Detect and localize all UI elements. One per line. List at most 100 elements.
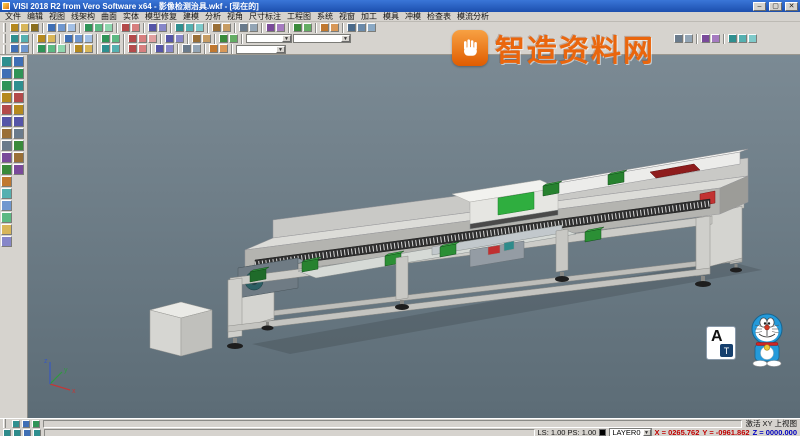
toolbar-icon[interactable] bbox=[47, 23, 56, 32]
toolbar-icon[interactable] bbox=[64, 34, 73, 43]
toolbar-grip[interactable] bbox=[3, 45, 6, 54]
toolbar-icon[interactable] bbox=[266, 23, 275, 32]
menu-item[interactable]: 编辑 bbox=[24, 12, 46, 22]
toolbar-icon[interactable] bbox=[738, 34, 747, 43]
menu-item[interactable]: 系统 bbox=[314, 12, 336, 22]
status-icon[interactable] bbox=[3, 429, 11, 436]
toolbar-icon[interactable] bbox=[249, 23, 258, 32]
toolbar-icon[interactable] bbox=[10, 34, 19, 43]
sidebar-icon[interactable] bbox=[13, 128, 24, 139]
toolbar-icon[interactable] bbox=[320, 23, 329, 32]
toolbar-icon[interactable] bbox=[37, 44, 46, 53]
toolbar-icon[interactable] bbox=[121, 23, 130, 32]
toolbar-icon[interactable] bbox=[175, 34, 184, 43]
status-icon[interactable] bbox=[12, 420, 20, 428]
toolbar-icon[interactable] bbox=[57, 44, 66, 53]
sidebar-icon[interactable] bbox=[1, 212, 12, 223]
sidebar-icon[interactable] bbox=[1, 200, 12, 211]
chevron-down-icon[interactable]: ▼ bbox=[276, 46, 285, 53]
sidebar-icon[interactable] bbox=[13, 116, 24, 127]
toolbar-icon[interactable] bbox=[74, 34, 83, 43]
sidebar-icon[interactable] bbox=[1, 68, 12, 79]
sidebar-icon[interactable] bbox=[13, 68, 24, 79]
toolbar-icon[interactable] bbox=[276, 23, 285, 32]
status-icon[interactable] bbox=[33, 429, 41, 436]
toolbar-grip[interactable] bbox=[3, 23, 6, 32]
sidebar-icon[interactable] bbox=[13, 152, 24, 163]
toolbar-icon[interactable] bbox=[182, 44, 191, 53]
toolbar-icon[interactable] bbox=[30, 23, 39, 32]
toolbar-icon[interactable] bbox=[175, 23, 184, 32]
menu-item[interactable]: 视窗 bbox=[336, 12, 358, 22]
sidebar-icon[interactable] bbox=[13, 140, 24, 151]
status-icon[interactable] bbox=[13, 429, 21, 436]
sidebar-icon[interactable] bbox=[1, 56, 12, 67]
menu-item[interactable]: 视图 bbox=[46, 12, 68, 22]
menu-item[interactable]: 模具 bbox=[380, 12, 402, 22]
toolbar-icon[interactable] bbox=[47, 44, 56, 53]
menu-item[interactable]: 冲模 bbox=[402, 12, 424, 22]
toolbar-icon[interactable] bbox=[74, 44, 83, 53]
toolbar-icon[interactable] bbox=[192, 34, 201, 43]
sidebar-icon[interactable] bbox=[1, 164, 12, 175]
toolbar-icon[interactable] bbox=[84, 34, 93, 43]
sidebar-icon[interactable] bbox=[1, 104, 12, 115]
toolbar-icon[interactable] bbox=[165, 44, 174, 53]
sidebar-icon[interactable] bbox=[1, 224, 12, 235]
toolbar-icon[interactable] bbox=[128, 34, 137, 43]
menu-item[interactable]: 曲面 bbox=[98, 12, 120, 22]
toolbar-icon[interactable] bbox=[219, 34, 228, 43]
sidebar-icon[interactable] bbox=[1, 128, 12, 139]
toolbar-icon[interactable] bbox=[111, 44, 120, 53]
toolbar-icon[interactable] bbox=[57, 23, 66, 32]
sidebar-icon[interactable] bbox=[13, 80, 24, 91]
toolbar-icon[interactable] bbox=[701, 34, 710, 43]
menu-item[interactable]: 实体 bbox=[120, 12, 142, 22]
sidebar-icon[interactable] bbox=[1, 92, 12, 103]
toolbar-icon[interactable] bbox=[84, 44, 93, 53]
chevron-down-icon[interactable]: ▼ bbox=[282, 35, 291, 42]
toolbar-icon[interactable] bbox=[330, 23, 339, 32]
toolbar-icon[interactable] bbox=[47, 34, 56, 43]
toolbar-icon[interactable] bbox=[674, 34, 683, 43]
sidebar-icon[interactable] bbox=[13, 164, 24, 175]
toolbar-icon[interactable] bbox=[148, 23, 157, 32]
chevron-down-icon[interactable]: ▼ bbox=[341, 35, 350, 42]
toolbar-icon[interactable] bbox=[10, 44, 19, 53]
toolbar-icon[interactable] bbox=[209, 44, 218, 53]
menu-item[interactable]: 视角 bbox=[224, 12, 246, 22]
status-icon[interactable] bbox=[22, 420, 30, 428]
toolbar-icon[interactable] bbox=[10, 23, 19, 32]
sidebar-icon[interactable] bbox=[1, 140, 12, 151]
menu-item[interactable]: 工程图 bbox=[284, 12, 314, 22]
toolbar-icon[interactable] bbox=[711, 34, 720, 43]
toolbar-icon[interactable] bbox=[229, 34, 238, 43]
toolbar-icon[interactable] bbox=[212, 23, 221, 32]
toolbar-icon[interactable] bbox=[148, 34, 157, 43]
toolbar-icon[interactable] bbox=[202, 34, 211, 43]
toolbar-icon[interactable] bbox=[195, 23, 204, 32]
toolbar-icon[interactable] bbox=[219, 44, 228, 53]
maximize-button[interactable]: ▢ bbox=[769, 2, 782, 11]
toolbar-icon[interactable] bbox=[20, 44, 29, 53]
toolbar-icon[interactable] bbox=[20, 34, 29, 43]
close-button[interactable]: ✕ bbox=[785, 2, 798, 11]
menu-item[interactable]: 加工 bbox=[358, 12, 380, 22]
sidebar-icon[interactable] bbox=[1, 152, 12, 163]
toolbar-icon[interactable] bbox=[101, 44, 110, 53]
menu-item[interactable]: 分析 bbox=[202, 12, 224, 22]
toolbar-icon[interactable] bbox=[104, 23, 113, 32]
toolbar-icon[interactable] bbox=[192, 44, 201, 53]
toolbar-icon[interactable] bbox=[367, 23, 376, 32]
toolbar-icon[interactable] bbox=[748, 34, 757, 43]
menu-item[interactable]: 线架构 bbox=[68, 12, 98, 22]
sidebar-icon[interactable] bbox=[13, 104, 24, 115]
sidebar-icon[interactable] bbox=[1, 176, 12, 187]
toolbar-icon[interactable] bbox=[155, 44, 164, 53]
menu-item[interactable]: 模流分析 bbox=[454, 12, 492, 22]
toolbar-icon[interactable] bbox=[101, 34, 110, 43]
toolbar-icon[interactable] bbox=[239, 23, 248, 32]
toolbar-icon[interactable] bbox=[111, 34, 120, 43]
menu-item[interactable]: 尺寸标注 bbox=[246, 12, 284, 22]
3d-model-canvas[interactable]: x y z bbox=[28, 55, 800, 418]
